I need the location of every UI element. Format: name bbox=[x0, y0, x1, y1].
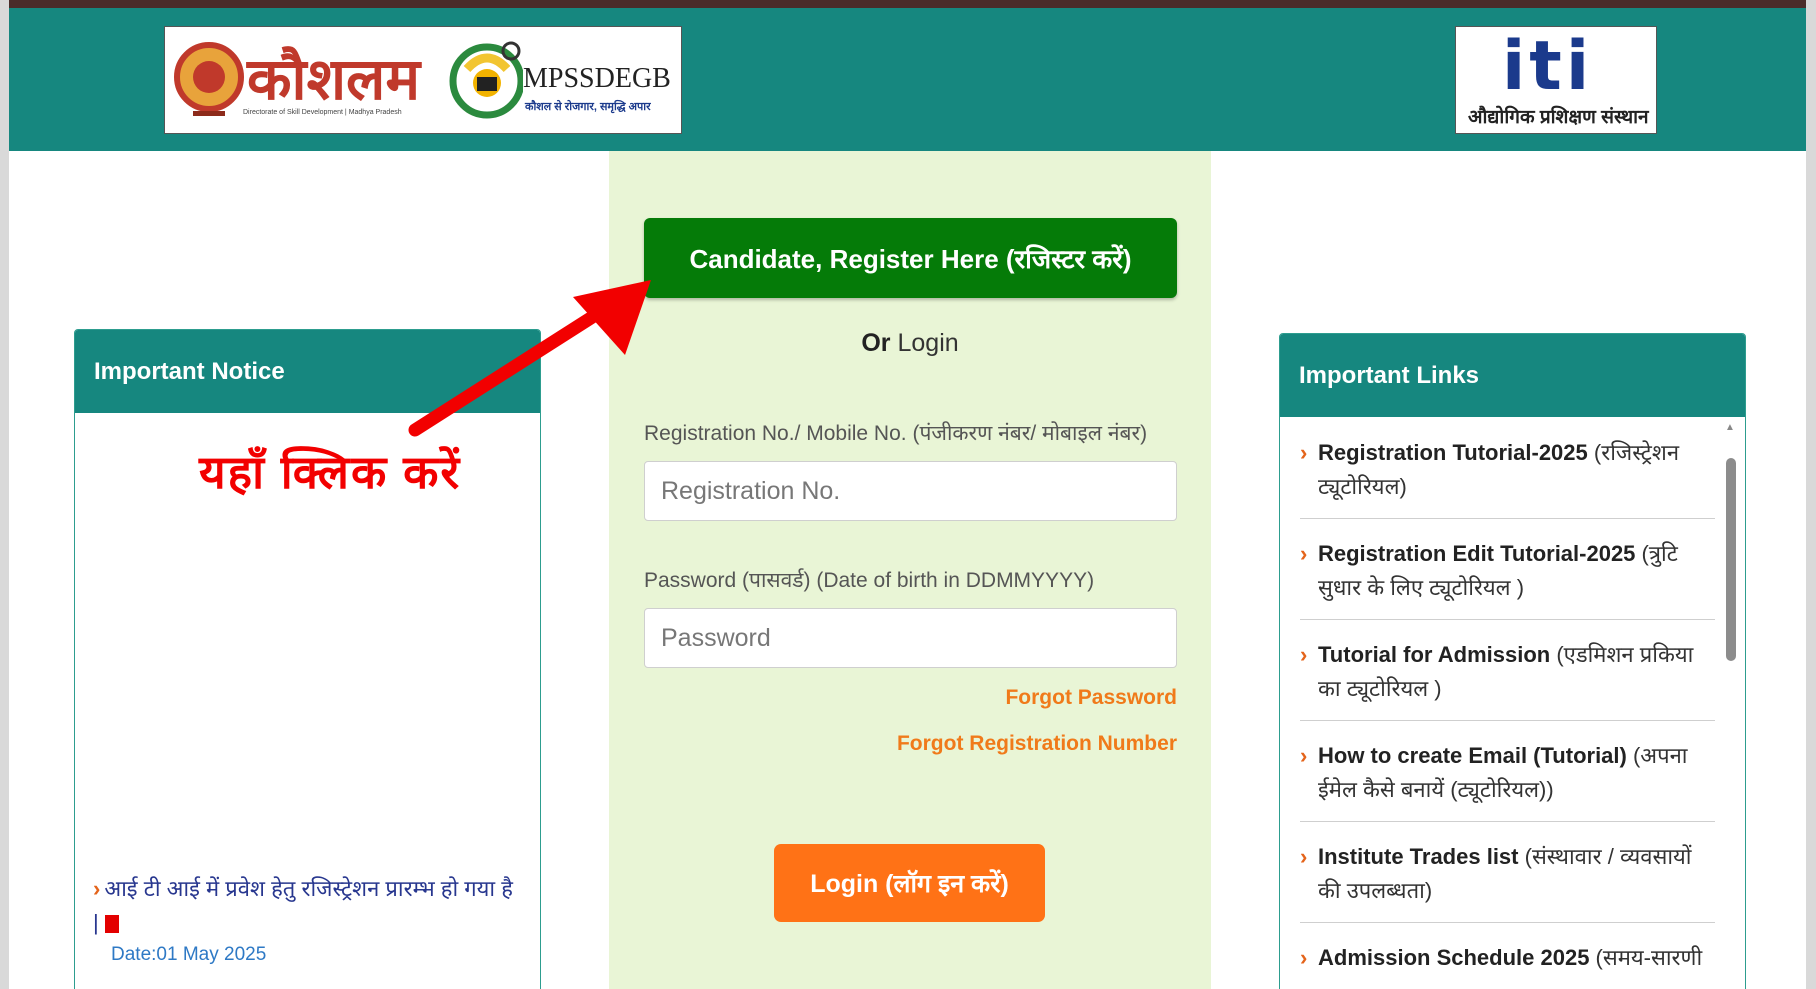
link-title: How to create Email (Tutorial) bbox=[1318, 743, 1627, 768]
chevron-right-icon: › bbox=[1300, 642, 1308, 667]
kaushalam-brand: कौशलम bbox=[247, 45, 421, 113]
login-button[interactable]: Login (लॉग इन करें) bbox=[774, 844, 1045, 922]
chevron-right-icon: › bbox=[1300, 844, 1308, 869]
link-item[interactable]: › Tutorial for Admission (एडमिशन प्रकिया… bbox=[1300, 620, 1715, 721]
login-label: Login bbox=[897, 329, 959, 357]
links-panel-title: Important Links bbox=[1280, 334, 1745, 417]
chevron-right-icon: › bbox=[93, 876, 101, 901]
annotation-arrow-icon bbox=[408, 280, 651, 437]
link-item[interactable]: › Registration Tutorial-2025 (रजिस्ट्रेश… bbox=[1300, 418, 1715, 519]
link-item[interactable]: › Registration Edit Tutorial-2025 (त्रुट… bbox=[1300, 519, 1715, 620]
password-input[interactable] bbox=[644, 608, 1177, 668]
or-label: Or bbox=[861, 329, 891, 357]
login-panel: Candidate, Register Here (रजिस्टर करें) … bbox=[609, 151, 1211, 989]
registration-input[interactable] bbox=[644, 461, 1177, 521]
link-title: Registration Edit Tutorial-2025 bbox=[1318, 541, 1636, 566]
link-title: Admission Schedule 2025 bbox=[1318, 945, 1590, 970]
header-bar: कौशलम Directorate of Skill Development |… bbox=[9, 8, 1806, 151]
top-strip bbox=[9, 0, 1806, 8]
link-item[interactable]: › Admission Schedule 2025 (समय-सारणी bbox=[1300, 923, 1715, 989]
links-scrollbar[interactable]: ▲ ▼ bbox=[1723, 422, 1737, 989]
scroll-thumb[interactable] bbox=[1726, 458, 1736, 661]
chevron-right-icon: › bbox=[1300, 743, 1308, 768]
kaushalam-logo-box[interactable]: कौशलम Directorate of Skill Development |… bbox=[164, 26, 682, 134]
link-title: Registration Tutorial-2025 bbox=[1318, 440, 1588, 465]
link-title: Tutorial for Admission bbox=[1318, 642, 1551, 667]
forgot-password-link[interactable]: Forgot Password bbox=[1005, 686, 1177, 710]
annotation-text: यहाँ क्लिक करें bbox=[199, 446, 462, 498]
iti-logo-box[interactable]: iti औद्योगिक प्रशिक्षण संस्थान bbox=[1455, 26, 1657, 134]
notice-item[interactable]: › आई टी आई में प्रवेश हेतु रजिस्ट्रेशन प्… bbox=[93, 872, 513, 970]
or-login-text: Or Login bbox=[609, 329, 1211, 358]
links-list: › Registration Tutorial-2025 (रजिस्ट्रेश… bbox=[1280, 418, 1720, 989]
link-subtitle: (समय-सारणी bbox=[1589, 945, 1703, 970]
chevron-right-icon: › bbox=[1300, 541, 1308, 566]
mpssdegb-brand: MPSSDEGB bbox=[523, 63, 671, 94]
notice-text: आई टी आई में प्रवेश हेतु रजिस्ट्रेशन प्र… bbox=[93, 876, 513, 935]
register-button[interactable]: Candidate, Register Here (रजिस्टर करें) bbox=[644, 218, 1177, 298]
forgot-registration-link[interactable]: Forgot Registration Number bbox=[897, 732, 1177, 756]
link-item[interactable]: › Institute Trades list (संस्थावार / व्य… bbox=[1300, 822, 1715, 923]
iti-caption: औद्योगिक प्रशिक्षण संस्थान bbox=[1468, 107, 1649, 128]
notice-date: Date:01 May 2025 bbox=[111, 944, 267, 965]
links-panel: Important Links › Registration Tutorial-… bbox=[1279, 333, 1746, 989]
kaushalam-subtext: Directorate of Skill Development | Madhy… bbox=[243, 109, 402, 116]
chevron-right-icon: › bbox=[1300, 945, 1308, 970]
password-label: Password (पासवर्ड) (Date of birth in DDM… bbox=[644, 569, 1095, 592]
mpssdegb-tagline: कौशल से रोजगार, समृद्धि अपार bbox=[525, 101, 651, 113]
page: कौशलम Directorate of Skill Development |… bbox=[9, 0, 1806, 989]
scroll-up-icon[interactable]: ▲ bbox=[1725, 422, 1735, 433]
registration-label: Registration No./ Mobile No. (पंजीकरण नं… bbox=[644, 422, 1148, 445]
iti-logo-text: iti bbox=[1502, 27, 1594, 106]
chevron-right-icon: › bbox=[1300, 440, 1308, 465]
link-title: Institute Trades list bbox=[1318, 844, 1519, 869]
link-item[interactable]: › How to create Email (Tutorial) (अपना ई… bbox=[1300, 721, 1715, 822]
mpssdegb-emblem bbox=[449, 41, 523, 119]
new-badge-icon bbox=[104, 915, 119, 934]
